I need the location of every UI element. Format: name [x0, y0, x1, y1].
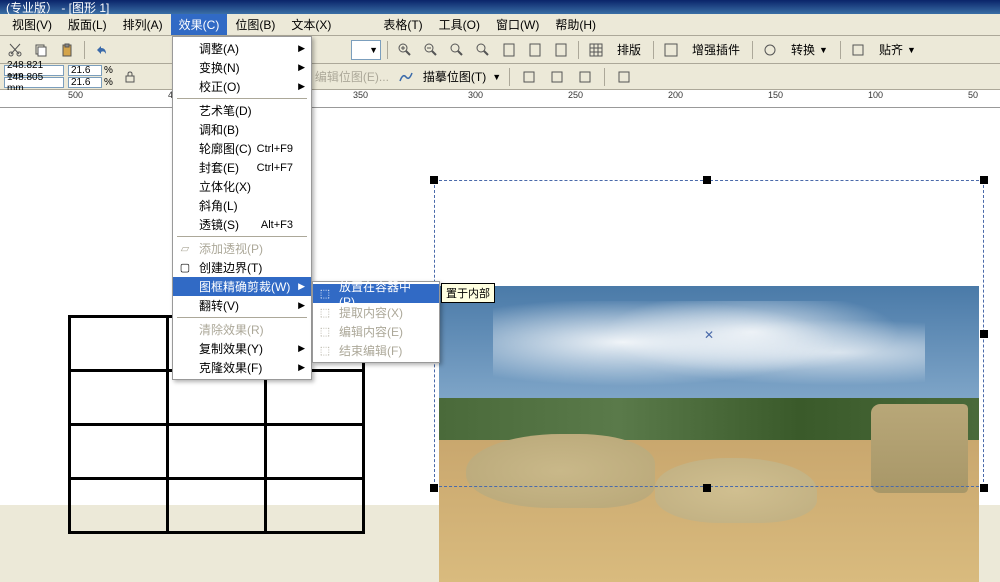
title-bar: (专业版） - [图形 1] — [0, 0, 1000, 14]
menu-separator — [177, 236, 307, 237]
effects-dropdown: 调整(A)▶ 变换(N)▶ 校正(O)▶ 艺术笔(D) 调和(B) 轮廓图(C)… — [172, 36, 312, 380]
menu-blend[interactable]: 调和(B) — [173, 120, 311, 139]
lock-ratio-icon[interactable] — [119, 66, 141, 88]
y-coord-input[interactable]: 148.805 mm — [4, 77, 64, 88]
menu-text[interactable]: 文本(X) — [283, 14, 339, 35]
edit-bitmap-button: 编辑位图(E)... — [315, 68, 389, 85]
paste-icon[interactable] — [56, 39, 78, 61]
menu-help[interactable]: 帮助(H) — [547, 14, 604, 35]
snap-button[interactable]: 贴齐▼ — [873, 41, 922, 58]
canvas[interactable]: ✕ — [0, 108, 1000, 505]
menu-window[interactable]: 窗口(W) — [488, 14, 547, 35]
separator — [840, 41, 841, 59]
grid-icon[interactable] — [585, 39, 607, 61]
property-bar: 248.821 mm 148.805 mm 21.6% 21.6% 编辑位图(E… — [0, 64, 1000, 90]
separator — [509, 68, 510, 86]
trace-icon[interactable] — [395, 66, 417, 88]
selection-center-icon: ✕ — [704, 328, 714, 342]
menu-bevel[interactable]: 斜角(L) — [173, 196, 311, 215]
convert-icon[interactable] — [759, 39, 781, 61]
menu-effects[interactable]: 效果(C) — [171, 14, 228, 35]
zoom-all-icon[interactable] — [472, 39, 494, 61]
separator — [84, 41, 85, 59]
menu-clone-effect[interactable]: 克隆效果(F)▶ — [173, 358, 311, 377]
selection-handle-bl[interactable] — [430, 484, 438, 492]
enhance-button[interactable]: 增强插件 — [686, 41, 746, 58]
menu-rollover[interactable]: 翻转(V)▶ — [173, 296, 311, 315]
copy-icon[interactable] — [30, 39, 52, 61]
edit-contents-icon: ⬚ — [317, 324, 333, 340]
submenu-finish: ⬚结束编辑(F) — [313, 341, 439, 360]
selection-handle-tm[interactable] — [703, 176, 711, 184]
submenu-place-inside[interactable]: ⬚放置在容器中(P)... — [313, 284, 439, 303]
separator — [752, 41, 753, 59]
zoom-fit-icon[interactable] — [446, 39, 468, 61]
arrange-button[interactable]: 排版 — [611, 41, 647, 58]
separator — [578, 41, 579, 59]
boundary-icon: ▢ — [177, 260, 193, 276]
cut-icon[interactable] — [4, 39, 26, 61]
submenu-edit: ⬚编辑内容(E) — [313, 322, 439, 341]
toolbar-1: ▼ 排版 增强插件 转换▼ 贴齐▼ — [0, 36, 1000, 64]
menu-envelope[interactable]: 封套(E)Ctrl+F7 — [173, 158, 311, 177]
zoom-out-icon[interactable] — [420, 39, 442, 61]
menu-tools[interactable]: 工具(O) — [431, 14, 488, 35]
menu-table[interactable]: 表格(T) — [375, 14, 430, 35]
selection-handle-bm[interactable] — [703, 484, 711, 492]
crop-icon[interactable] — [518, 66, 540, 88]
trace-bitmap-button[interactable]: 描摹位图(T) — [423, 68, 486, 85]
menu-create-boundary[interactable]: ▢创建边界(T) — [173, 258, 311, 277]
menu-clear-effect: 清除效果(R) — [173, 320, 311, 339]
snap-icon[interactable] — [847, 39, 869, 61]
scale-y-input[interactable]: 21.6 — [68, 77, 102, 88]
convert-button[interactable]: 转换▼ — [785, 41, 834, 58]
menu-view[interactable]: 视图(V) — [4, 14, 60, 35]
selection-handle-mr[interactable] — [980, 330, 988, 338]
menu-correct[interactable]: 校正(O)▶ — [173, 77, 311, 96]
enhance-icon[interactable] — [660, 39, 682, 61]
wrap-icon[interactable] — [613, 66, 635, 88]
menu-copy-effect[interactable]: 复制效果(Y)▶ — [173, 339, 311, 358]
menu-extrude[interactable]: 立体化(X) — [173, 177, 311, 196]
zoom-width-icon[interactable] — [524, 39, 546, 61]
selection-handle-tl[interactable] — [430, 176, 438, 184]
menu-adjust[interactable]: 调整(A)▶ — [173, 39, 311, 58]
percent-label: % — [102, 65, 115, 76]
selection-handle-tr[interactable] — [980, 176, 988, 184]
extract-icon: ⬚ — [317, 305, 333, 321]
menu-transform[interactable]: 变换(N)▶ — [173, 58, 311, 77]
zoom-dropdown[interactable]: ▼ — [351, 40, 381, 60]
zoom-page-icon[interactable] — [498, 39, 520, 61]
menu-arrange[interactable]: 排列(A) — [115, 14, 171, 35]
resample-icon[interactable] — [546, 66, 568, 88]
horizontal-ruler: 500 450 400 350 300 250 200 150 100 50 — [0, 90, 1000, 108]
menu-artpen[interactable]: 艺术笔(D) — [173, 101, 311, 120]
undo-icon[interactable] — [91, 39, 113, 61]
place-inside-icon: ⬚ — [317, 286, 333, 302]
separator — [604, 68, 605, 86]
menu-bitmap[interactable]: 位图(B) — [227, 14, 283, 35]
perspective-icon: ▱ — [177, 241, 193, 257]
scale-x-input[interactable]: 21.6 — [68, 65, 102, 76]
bitmap-icon[interactable] — [574, 66, 596, 88]
menu-contour[interactable]: 轮廓图(C)Ctrl+F9 — [173, 139, 311, 158]
menu-layout[interactable]: 版面(L) — [60, 14, 115, 35]
menu-bar: 视图(V) 版面(L) 排列(A) 效果(C) 位图(B) 文本(X) 表格(T… — [0, 14, 1000, 36]
menu-separator — [177, 317, 307, 318]
separator — [653, 41, 654, 59]
menu-add-perspective: ▱添加透视(P) — [173, 239, 311, 258]
tooltip: 置于内部 — [441, 283, 495, 303]
zoom-in-icon[interactable] — [394, 39, 416, 61]
menu-lens[interactable]: 透镜(S)Alt+F3 — [173, 215, 311, 234]
percent-label: % — [102, 77, 115, 88]
finish-edit-icon: ⬚ — [317, 343, 333, 359]
powerclip-submenu: ⬚放置在容器中(P)... ⬚提取内容(X) ⬚编辑内容(E) ⬚结束编辑(F) — [312, 281, 440, 363]
menu-separator — [177, 98, 307, 99]
selection-handle-br[interactable] — [980, 484, 988, 492]
submenu-extract: ⬚提取内容(X) — [313, 303, 439, 322]
separator — [387, 41, 388, 59]
zoom-height-icon[interactable] — [550, 39, 572, 61]
menu-powerclip[interactable]: 图框精确剪裁(W)▶ — [173, 277, 311, 296]
